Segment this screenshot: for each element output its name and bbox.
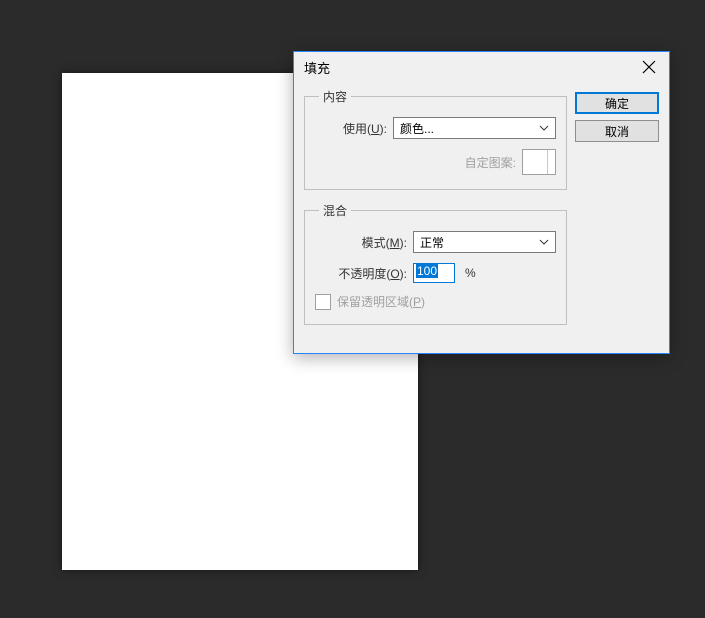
blend-legend: 混合 <box>319 202 351 219</box>
ok-button[interactable]: 确定 <box>575 92 659 114</box>
content-group: 内容 使用(U): 颜色... 自定图案: <box>304 88 567 190</box>
opacity-label: 不透明度(O): <box>315 265 413 282</box>
opacity-row: 不透明度(O): 100 % <box>315 263 556 283</box>
use-select-value: 颜色... <box>400 120 434 137</box>
dialog-titlebar[interactable]: 填充 <box>294 52 669 82</box>
dialog-body: 内容 使用(U): 颜色... 自定图案: <box>294 82 669 353</box>
opacity-input[interactable]: 100 <box>413 263 455 283</box>
mode-row: 模式(M): 正常 <box>315 231 556 253</box>
opacity-value: 100 <box>416 264 438 278</box>
custom-pattern-swatch <box>522 149 556 175</box>
dialog-right-column: 确定 取消 <box>575 88 659 337</box>
opacity-unit: % <box>465 266 476 280</box>
chevron-down-icon <box>539 125 549 131</box>
blend-group: 混合 模式(M): 正常 不透明度(O): <box>304 202 567 325</box>
close-icon <box>642 60 656 74</box>
fill-dialog: 填充 内容 使用(U): 颜色... <box>293 51 670 354</box>
mode-label: 模式(M): <box>315 234 413 251</box>
chevron-down-icon <box>539 239 549 245</box>
preserve-transparency-label: 保留透明区域(P) <box>337 293 425 310</box>
mode-select[interactable]: 正常 <box>413 231 556 253</box>
use-select[interactable]: 颜色... <box>393 117 556 139</box>
custom-pattern-row: 自定图案: <box>315 149 556 175</box>
cancel-button[interactable]: 取消 <box>575 120 659 142</box>
dialog-left-column: 内容 使用(U): 颜色... 自定图案: <box>304 88 567 337</box>
mode-select-value: 正常 <box>420 234 444 251</box>
content-legend: 内容 <box>319 88 351 105</box>
dialog-title: 填充 <box>304 58 330 77</box>
close-button[interactable] <box>637 55 661 79</box>
use-row: 使用(U): 颜色... <box>315 117 556 139</box>
use-label: 使用(U): <box>315 120 393 137</box>
preserve-transparency-checkbox[interactable] <box>315 294 331 310</box>
preserve-transparency-row: 保留透明区域(P) <box>315 293 556 310</box>
custom-pattern-label: 自定图案: <box>465 154 522 171</box>
